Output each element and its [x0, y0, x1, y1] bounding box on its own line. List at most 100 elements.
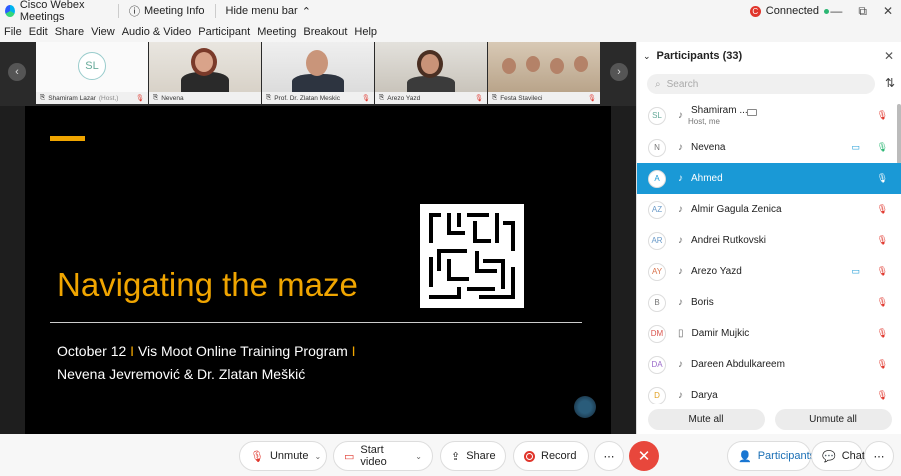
participants-panel: ⌄ Participants (33) ✕ ⌕ Search ⇅ SL ♪ Sh… — [636, 42, 901, 434]
mic-muted-icon[interactable]: 🎙 — [877, 328, 888, 339]
participant-row[interactable]: AY ♪ Arezo Yazd ▭ 🎙 — [637, 256, 901, 287]
participant-row[interactable]: DM ▯ Damir Mujkic 🎙 — [637, 318, 901, 349]
audio-icon: ♪ — [678, 297, 683, 308]
participant-search-input[interactable]: ⌕ Search — [647, 74, 875, 94]
participant-row[interactable]: B ♪ Boris 🎙 — [637, 287, 901, 318]
chat-button[interactable]: 💬 Chat — [811, 441, 865, 471]
audio-icon: ♪ — [678, 266, 683, 277]
mic-muted-icon[interactable]: 🎙 — [877, 359, 888, 370]
person-silhouette — [407, 76, 455, 92]
audio-icon: ♪ — [678, 235, 683, 246]
meeting-stage: ‹ › SL ⎘ Shamiram Lazar (Host,) 🎙 ⎘ Neve… — [0, 42, 636, 476]
mic-muted-icon[interactable]: 🎙 — [877, 235, 888, 246]
chevron-down-icon[interactable]: ⌄ — [315, 452, 322, 461]
mic-muted-icon[interactable]: 🎙 — [877, 204, 888, 215]
tile-name: Arezo Yazd — [387, 94, 421, 102]
filmstrip-next-button[interactable]: › — [610, 63, 628, 81]
share-button[interactable]: ⇪ Share — [440, 441, 506, 471]
divider — [118, 4, 119, 18]
video-tile[interactable]: SL ⎘ Shamiram Lazar (Host,) 🎙 — [36, 42, 148, 104]
mic-on-icon[interactable]: 🎙 — [877, 142, 888, 153]
participant-row[interactable]: AR ♪ Andrei Rutkovski 🎙 — [637, 225, 901, 256]
menu-bar: File Edit Share View Audio & Video Parti… — [0, 22, 901, 42]
menu-breakout[interactable]: Breakout — [303, 26, 347, 38]
meeting-info-button[interactable]: ⓘ Meeting Info — [125, 3, 209, 19]
avatar: N — [648, 138, 666, 157]
unmute-label: Unmute — [269, 450, 309, 462]
participants-button[interactable]: 👤 Participants — [727, 441, 815, 471]
participant-row[interactable]: DA ♪ Dareen Abdulkareem 🎙 — [637, 349, 901, 380]
participant-name: Ahmed — [691, 173, 723, 184]
filmstrip-prev-button[interactable]: ‹ — [8, 63, 26, 81]
participant-row[interactable]: D ♪ Darya 🎙 — [637, 380, 901, 404]
unmute-all-button[interactable]: Unmute all — [774, 408, 892, 430]
mic-muted-icon[interactable]: 🎙 — [877, 390, 888, 401]
mic-muted-icon[interactable]: 🎙 — [877, 173, 888, 184]
menu-meeting[interactable]: Meeting — [257, 26, 296, 38]
end-meeting-button[interactable]: ✕ — [629, 441, 659, 471]
avatar: D — [648, 386, 666, 404]
connection-status[interactable]: C Connected — [749, 5, 829, 17]
video-tile[interactable]: ⎘ Festa Stavileci 🎙 — [488, 42, 600, 104]
menu-help[interactable]: Help — [354, 26, 377, 38]
mic-muted-icon: 🎙 — [135, 95, 144, 102]
share-icon: ⎘ — [153, 94, 159, 101]
slide-separator: I — [130, 343, 135, 359]
more-options-button[interactable]: ⋯ — [594, 441, 624, 471]
menu-audio-video[interactable]: Audio & Video — [122, 26, 192, 38]
video-tile[interactable]: ⎘ Prof. Dr. Zlatan Meskic 🎙 — [262, 42, 374, 104]
minimize-icon[interactable]: — — [830, 4, 842, 19]
person-head — [306, 50, 328, 76]
slide-program: Vis Moot Online Training Program — [137, 343, 348, 359]
menu-view[interactable]: View — [91, 26, 115, 38]
share-icon: ⎘ — [266, 94, 272, 101]
slide-title: Navigating the maze — [57, 266, 358, 303]
title-bar: Cisco Webex Meetings ⓘ Meeting Info Hide… — [0, 0, 901, 23]
video-on-icon: ▭ — [851, 266, 860, 276]
person-face — [421, 54, 439, 74]
close-icon[interactable]: ✕ — [883, 4, 893, 19]
tile-name: Shamiram Lazar — [48, 94, 96, 102]
tile-name: Prof. Dr. Zlatan Meskic — [274, 94, 340, 102]
close-panel-icon[interactable]: ✕ — [884, 49, 894, 63]
participant-name: Boris — [691, 297, 714, 308]
collapse-chevron-icon[interactable]: ⌄ — [643, 51, 651, 62]
search-placeholder: Search — [666, 78, 699, 90]
slide-subtitle-line1: October 12 I Vis Moot Online Training Pr… — [57, 343, 356, 359]
chat-label: Chat — [841, 450, 865, 462]
video-feed — [488, 42, 600, 92]
video-feed — [149, 42, 261, 92]
participant-row[interactable]: SL ♪ Shamiram ... Host, me 🎙 — [637, 99, 901, 132]
hide-menu-label: Hide menu bar — [225, 5, 298, 17]
participant-row[interactable]: N ♪ Nevena ▭ 🎙 — [637, 132, 901, 163]
panel-more-button[interactable]: ⋯ — [864, 441, 894, 471]
menu-file[interactable]: File — [4, 26, 22, 38]
divider — [214, 4, 216, 18]
sort-icon[interactable]: ⇅ — [885, 76, 895, 90]
shared-slide: Navigating the maze October 12 I Vis Moo… — [25, 106, 611, 436]
record-button[interactable]: Record — [513, 441, 589, 471]
video-tile-active[interactable]: ⎘ Nevena — [149, 42, 261, 104]
participant-row[interactable]: AZ ♪ Almir Gagula Zenica 🎙 — [637, 194, 901, 225]
person-icon: 👤 — [738, 450, 752, 463]
mic-muted-icon[interactable]: 🎙 — [877, 297, 888, 308]
person-head — [502, 58, 516, 74]
menu-edit[interactable]: Edit — [29, 26, 48, 38]
mic-muted-icon[interactable]: 🎙 — [877, 110, 888, 121]
restore-icon[interactable]: ⧉ — [858, 4, 867, 19]
chevron-down-icon[interactable]: ⌄ — [415, 452, 422, 461]
menu-share[interactable]: Share — [55, 26, 84, 38]
video-tile[interactable]: ⎘ Arezo Yazd 🎙 — [375, 42, 487, 104]
avatar: AY — [648, 262, 666, 281]
participant-name: Damir Mujkic — [691, 328, 750, 339]
menu-participant[interactable]: Participant — [198, 26, 250, 38]
unmute-button[interactable]: 🎙 Unmute ⌄ — [239, 441, 327, 471]
hide-menu-bar-button[interactable]: Hide menu bar ⌃ — [222, 5, 315, 18]
tile-label: ⎘ Nevena — [149, 92, 261, 104]
mic-muted-icon[interactable]: 🎙 — [877, 266, 888, 277]
start-video-button[interactable]: ▭ Start video ⌄ — [333, 441, 433, 471]
mute-all-button[interactable]: Mute all — [647, 408, 765, 430]
video-off-icon: ▭ — [344, 450, 355, 463]
search-icon: ⌕ — [655, 78, 661, 90]
participant-row-selected[interactable]: A ♪ Ahmed 🎙 — [637, 163, 901, 194]
